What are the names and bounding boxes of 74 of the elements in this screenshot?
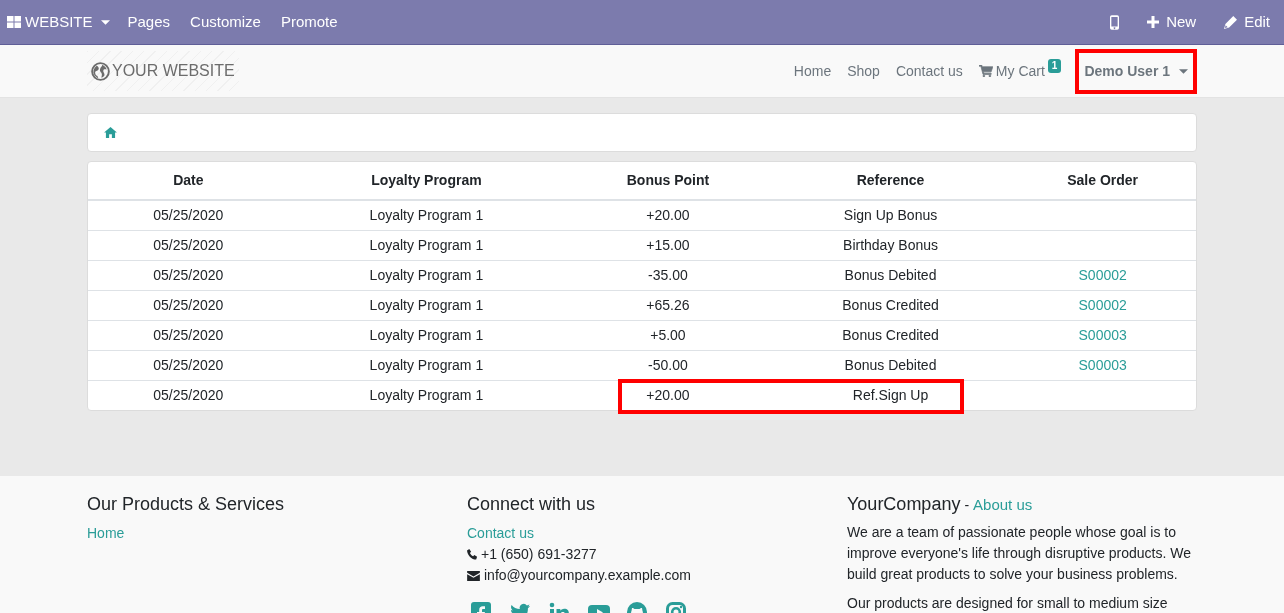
caret-icon — [1179, 68, 1188, 74]
column-header: Reference — [771, 162, 1010, 200]
column-header: Loyalty Program — [288, 162, 565, 200]
table-cell: Loyalty Program 1 — [288, 380, 565, 410]
cart-icon — [978, 65, 993, 77]
table-cell: 05/25/2020 — [88, 260, 289, 290]
mobile-icon — [1110, 14, 1120, 30]
phone-icon — [467, 549, 478, 560]
section-heading: Our Products & Services — [87, 493, 286, 515]
caret-icon — [100, 19, 110, 25]
about-link[interactable]: About us — [973, 494, 1033, 516]
contact-link[interactable]: Contact us — [467, 523, 847, 544]
envelope-icon — [467, 570, 480, 581]
admin-menu-item[interactable]: Pages — [117, 0, 181, 44]
order-link[interactable]: S00003 — [1078, 356, 1127, 373]
table-cell: +5.00 — [564, 320, 772, 350]
table-cell: +20.00 — [564, 380, 772, 410]
table-cell: Loyalty Program 1 — [288, 230, 565, 260]
phone-number: +1 (650) 691-3277 — [481, 545, 597, 564]
column-header: Sale Order — [1009, 162, 1196, 200]
globe-icon — [91, 61, 110, 81]
home-icon — [104, 127, 117, 138]
section-heading: Connect with us — [467, 493, 597, 515]
table-cell: +65.26 — [564, 290, 772, 320]
edit-button[interactable]: Edit — [1210, 0, 1284, 44]
table-cell: 05/25/2020 — [88, 200, 289, 230]
company-description: We are a team of passionate people whose goal is to improve everyone's life through disruptive products. We build great products to solve your business problems. — [847, 523, 1193, 584]
admin-menu-item[interactable]: Customize — [180, 0, 271, 44]
website-logo[interactable]: YOUR WEBSITE — [87, 51, 239, 91]
table-cell: Ref.Sign Up — [771, 380, 1010, 410]
table-cell: 05/25/2020 — [88, 320, 289, 350]
table-cell: +20.00 — [564, 200, 772, 230]
column-header: Bonus Point — [564, 162, 772, 200]
section-heading: YourCompany — [847, 493, 961, 515]
order-link[interactable]: S00002 — [1078, 296, 1127, 313]
user-menu-button[interactable]: Demo User 1 — [1075, 48, 1197, 94]
footer-link[interactable]: Home — [87, 523, 467, 544]
cart-count-badge: 1 — [1047, 59, 1062, 73]
new-button[interactable]: New — [1133, 0, 1211, 44]
order-link[interactable]: S00003 — [1078, 326, 1127, 343]
plus-icon — [1147, 16, 1160, 28]
table-cell: Loyalty Program 1 — [288, 350, 565, 380]
nav-link[interactable]: Shop — [839, 60, 888, 82]
cart-link[interactable]: My Cart 1 — [970, 60, 1070, 82]
app-menu-button[interactable]: WEBSITE — [0, 0, 118, 44]
table-cell: Bonus Credited — [771, 290, 1010, 320]
nav-link[interactable]: Home — [785, 60, 840, 82]
table-cell: Bonus Credited — [771, 320, 1010, 350]
table-cell: Loyalty Program 1 — [288, 260, 565, 290]
table-cell: Loyalty Program 1 — [288, 200, 565, 230]
company-description: Our products are designed for small to medium size — [847, 594, 1169, 613]
order-link[interactable]: S00002 — [1078, 266, 1127, 283]
table-cell: 05/25/2020 — [88, 290, 289, 320]
table-cell: Bonus Debited — [771, 350, 1010, 380]
table-cell: Loyalty Program 1 — [288, 320, 565, 350]
table-cell: Loyalty Program 1 — [288, 290, 565, 320]
cart-label: My Cart — [995, 61, 1045, 81]
table-cell: Sign Up Bonus — [771, 200, 1010, 230]
table-cell: +15.00 — [564, 230, 772, 260]
table-cell: 05/25/2020 — [88, 230, 289, 260]
table-cell: -50.00 — [564, 350, 772, 380]
pencil-icon — [1224, 15, 1238, 29]
table-cell: Birthday Bonus — [771, 230, 1010, 260]
table-cell: -35.00 — [564, 260, 772, 290]
logo-text: YOUR WEBSITE — [112, 61, 235, 81]
apps-icon — [7, 16, 21, 28]
table-cell: 05/25/2020 — [88, 350, 289, 380]
separator-text: - — [964, 496, 970, 515]
admin-menu-item[interactable]: Promote — [270, 0, 348, 44]
email-address: info@yourcompany.example.com — [484, 566, 691, 585]
column-header: Date — [88, 162, 289, 200]
table-cell: Bonus Debited — [771, 260, 1010, 290]
table-cell: 05/25/2020 — [88, 380, 289, 410]
nav-link[interactable]: Contact us — [887, 60, 971, 82]
